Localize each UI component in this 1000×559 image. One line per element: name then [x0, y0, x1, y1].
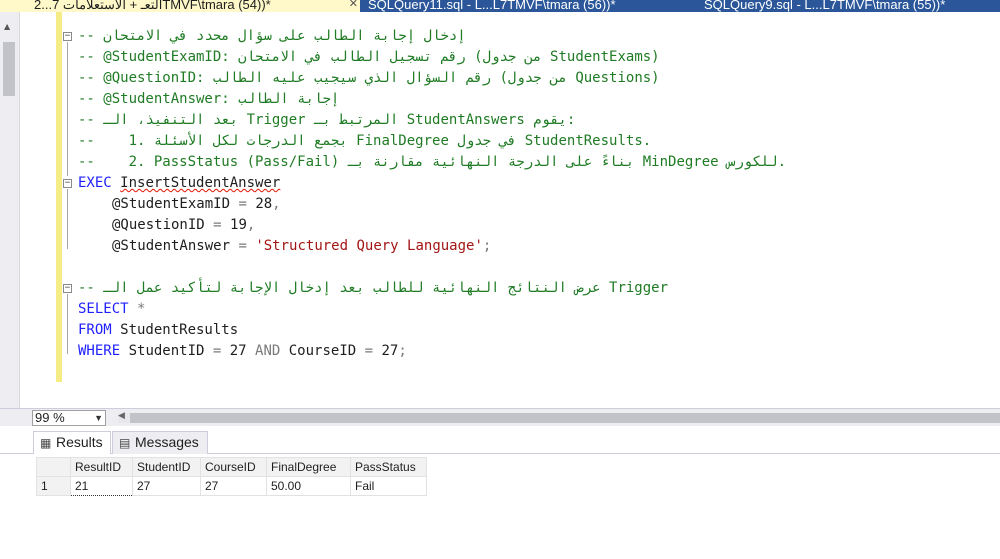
- chevron-down-icon[interactable]: ▼: [94, 411, 103, 425]
- results-grid[interactable]: ResultID StudentID CourseID FinalDegree …: [36, 457, 427, 496]
- table-cell[interactable]: 50.00: [266, 476, 351, 496]
- param-value: 28: [255, 196, 273, 212]
- tab-sqlquery9[interactable]: SQLQuery9.sql - L...L7TMVF\tmara (55))*: [704, 0, 1000, 12]
- code-comment: -- بعد التنفيذ، الـ Trigger المرتبط بـ S…: [78, 112, 576, 128]
- change-tracking-margin: [56, 12, 62, 382]
- fold-guide: [67, 294, 68, 354]
- results-grid-area[interactable]: ResultID StudentID CourseID FinalDegree …: [33, 454, 1000, 559]
- chevron-up-icon[interactable]: ▲: [4, 22, 10, 31]
- literal-value: 27: [221, 343, 256, 359]
- literal-value: 27: [373, 343, 399, 359]
- param-name: @StudentExamID: [112, 196, 231, 212]
- chevron-left-icon[interactable]: ◀: [118, 411, 125, 421]
- code-comment: -- @StudentExamID: رقم تسجيل الطالب في ا…: [78, 49, 660, 65]
- collapse-icon[interactable]: −: [63, 284, 72, 293]
- results-pane: ▦ Results ▤ Messages ResultID StudentID Co…: [0, 426, 1000, 559]
- where-line: WHERE StudentID = 27 AND CourseID = 27;: [78, 341, 407, 362]
- collapse-icon[interactable]: −: [63, 179, 72, 188]
- from-line: FROM StudentResults: [78, 320, 238, 341]
- column-header[interactable]: StudentID: [132, 457, 201, 477]
- column-name: CourseID: [280, 343, 365, 359]
- keyword-and: AND: [255, 343, 281, 359]
- vertical-scrollbar[interactable]: ▲: [0, 12, 20, 408]
- code-comment: -- 1. بجمع الدرجات لكل الأسئلة FinalDegr…: [78, 133, 652, 149]
- document-tab-strip: 2...التعـ + الاستعلامات 7TMVF\tmara (54)…: [0, 0, 1000, 12]
- operator: =: [204, 217, 231, 233]
- punctuation: ;: [482, 238, 492, 254]
- grid-icon: ▦: [40, 436, 52, 450]
- param-line: @QuestionID = 19,: [78, 215, 255, 236]
- table-cell[interactable]: 27: [132, 476, 201, 496]
- tab-label: Messages: [135, 434, 199, 450]
- corner-cell[interactable]: [36, 457, 71, 477]
- code-comment: -- عرض النتائج النهائية للطالب بعد إدخال…: [78, 280, 669, 296]
- editor-status-bar: 99 % ▼ ◀: [0, 408, 1000, 426]
- param-line: @StudentAnswer = 'Structured Query Langu…: [78, 236, 491, 257]
- scrollbar-thumb[interactable]: [3, 42, 15, 96]
- tab-label: 2...التعـ + الاستعلامات 7TMVF\tmara (54)…: [34, 0, 271, 12]
- row-number[interactable]: 1: [36, 476, 71, 496]
- column-header[interactable]: CourseID: [200, 457, 267, 477]
- table-cell[interactable]: Fail: [350, 476, 427, 496]
- collapse-icon[interactable]: −: [63, 32, 72, 41]
- procedure-name: InsertStudentAnswer: [120, 175, 281, 191]
- results-tab-row: ▦ Results ▤ Messages: [0, 426, 1000, 454]
- operator: =: [230, 238, 256, 254]
- punctuation: ;: [398, 343, 407, 359]
- punctuation: ,: [272, 196, 281, 212]
- keyword-where: WHERE: [78, 343, 121, 359]
- param-name: @QuestionID: [112, 217, 205, 233]
- select-line: SELECT *: [78, 299, 145, 320]
- fold-guide: [67, 42, 68, 176]
- operator: *: [128, 301, 146, 317]
- table-cell[interactable]: 21: [70, 476, 133, 496]
- param-value: 19: [230, 217, 247, 233]
- keyword-exec: EXEC: [78, 175, 112, 191]
- scrollbar-thumb[interactable]: [130, 413, 1000, 423]
- keyword-select: SELECT: [78, 301, 129, 317]
- tab-sqlquery11[interactable]: SQLQuery11.sql - L...L7TMVF\tmara (56))*: [368, 0, 668, 12]
- operator: =: [364, 343, 374, 359]
- string-literal: 'Structured Query Language': [255, 238, 483, 254]
- column-header[interactable]: ResultID: [70, 457, 133, 477]
- table-cell[interactable]: 27: [200, 476, 267, 496]
- code-comment: -- @QuestionID: رقم السؤال الذي سيجيب عل…: [78, 70, 660, 86]
- tab-messages[interactable]: ▤ Messages: [112, 431, 208, 454]
- column-name: StudentID: [120, 343, 213, 359]
- param-line: @StudentExamID = 28,: [78, 194, 281, 215]
- exec-statement: EXEC InsertStudentAnswer: [78, 173, 280, 194]
- zoom-select[interactable]: 99 % ▼: [32, 410, 106, 426]
- fold-guide: [67, 189, 68, 249]
- param-name: @StudentAnswer: [112, 238, 231, 254]
- tab-active-query[interactable]: 2...التعـ + الاستعلامات 7TMVF\tmara (54)…: [0, 0, 360, 12]
- code-comment: -- @StudentAnswer: إجابة الطالب: [78, 91, 340, 107]
- column-header[interactable]: FinalDegree: [266, 457, 351, 477]
- query-editor[interactable]: ▲ − − − -- إدخال إجابة الطالب على سؤال م…: [0, 12, 1000, 408]
- zoom-value: 99 %: [35, 410, 65, 425]
- tab-label: SQLQuery9.sql - L...L7TMVF\tmara (55))*: [704, 0, 946, 12]
- header-row: ResultID StudentID CourseID FinalDegree …: [36, 457, 427, 477]
- close-icon[interactable]: ✕: [349, 0, 358, 12]
- column-header[interactable]: PassStatus: [350, 457, 427, 477]
- messages-icon: ▤: [119, 436, 131, 450]
- tab-label: Results: [56, 434, 103, 450]
- operator: =: [230, 196, 256, 212]
- code-comment: -- 2. PassStatus (Pass/Fail) بناءً على ا…: [78, 154, 787, 170]
- table-row[interactable]: 1 21 27 27 50.00 Fail: [36, 476, 427, 496]
- keyword-from: FROM: [78, 322, 112, 338]
- code-comment: -- إدخال إجابة الطالب على سؤال محدد في ا…: [78, 28, 466, 44]
- table-name: StudentResults: [111, 322, 239, 338]
- punctuation: ,: [246, 217, 256, 233]
- tab-results[interactable]: ▦ Results: [33, 431, 111, 454]
- tab-label: SQLQuery11.sql - L...L7TMVF\tmara (56))*: [368, 0, 616, 12]
